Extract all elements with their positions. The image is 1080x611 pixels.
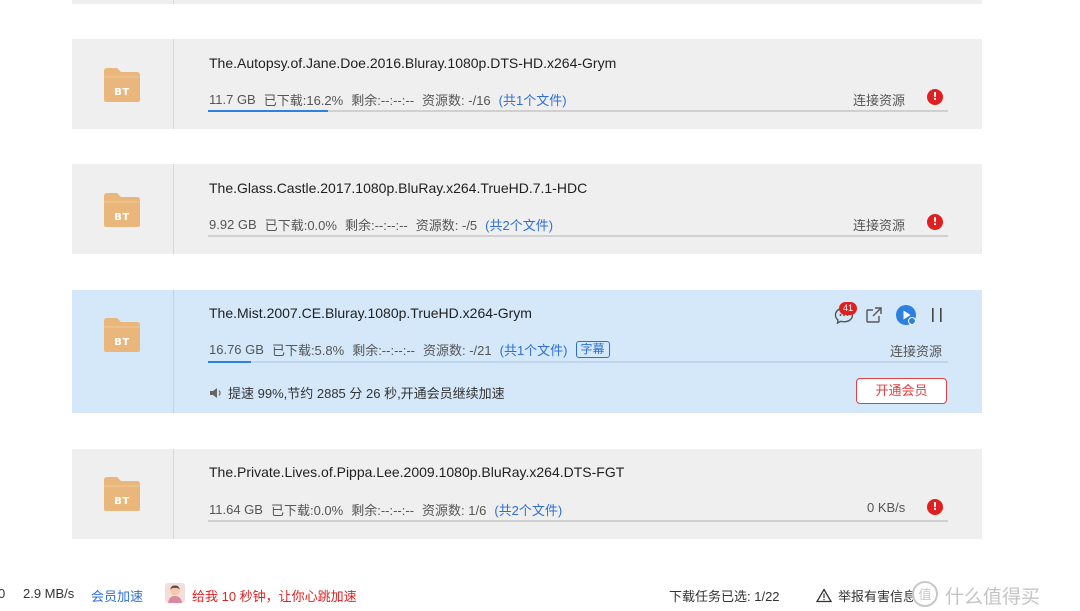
subtitle-tag[interactable]: 字幕 [575,341,610,358]
task-sources: 资源数: -/16 [422,93,491,108]
progress-bar [208,110,948,112]
task-files-link[interactable]: (共2个文件) [485,215,553,234]
task-row[interactable]: BT The.Private.Lives.of.Pippa.Lee.2009.1… [72,449,982,539]
error-icon[interactable]: ! [927,214,943,230]
task-size: 9.92 GB [209,217,257,232]
row-divider [173,39,174,129]
progress-bar [208,361,948,363]
task-files-link[interactable]: (共1个文件) [499,90,567,109]
previous-task-edge [72,0,982,4]
progress-bar [208,520,948,522]
error-icon[interactable]: ! [927,499,943,515]
bt-folder-icon: BT [103,67,141,103]
bt-folder-icon: BT [103,192,141,228]
task-remaining: 剩余:--:--:-- [351,503,415,518]
bt-label: BT [114,87,130,98]
progress-bar [208,235,948,237]
pause-button[interactable] [928,304,946,326]
task-size: 16.76 GB [209,342,264,357]
task-downloaded: 已下载:16.2% [263,93,344,108]
task-meta: 11.64 GB 已下载:0.0% 剩余:--:--:-- 资源数: 1/6 (… [209,500,570,519]
task-row[interactable]: BT The.Glass.Castle.2017.1080p.BluRay.x2… [72,164,982,254]
watermark-logo-icon: 值 [912,581,938,607]
warning-icon [816,588,832,603]
task-remaining: 剩余:--:--:-- [352,343,415,358]
report-link[interactable]: 举报有害信息 [816,586,916,605]
task-size: 11.7 GB [209,92,256,107]
task-status: 连接资源 [890,344,943,359]
selected-count: 下载任务已选: 1/22 [669,589,780,604]
bt-folder-icon: BT [103,317,141,353]
bt-folder-icon: BT [103,476,141,512]
avatar [165,583,185,603]
task-meta: 9.92 GB 已下载:0.0% 剩余:--:--:-- 资源数: -/5 (共… [209,215,561,234]
watermark: 值 什么值得买 [905,578,1080,611]
task-meta: 11.7 GB 已下载:16.2% 剩余:--:--:-- 资源数: -/16 … [209,90,575,109]
task-status: 连接资源 [853,93,906,108]
promo-link[interactable]: 给我 10 秒钟，让你心跳加速 [192,586,357,605]
task-status: 连接资源 [853,218,906,233]
task-name[interactable]: The.Glass.Castle.2017.1080p.BluRay.x264.… [209,180,587,196]
open-vip-button[interactable]: 开通会员 [856,378,947,404]
task-name[interactable]: The.Mist.2007.CE.Bluray.1080p.TrueHD.x26… [209,305,532,321]
row-divider [173,290,174,413]
task-downloaded: 已下载:0.0% [264,218,337,233]
task-meta: 16.76 GB 已下载:5.8% 剩余:--:--:-- 资源数: -/21 … [209,340,618,359]
task-sources: 资源数: -/5 [415,218,478,233]
share-icon [866,307,882,323]
task-speed: 0 KB/s [867,500,906,515]
task-row[interactable]: BT The.Autopsy.of.Jane.Doe.2016.Bluray.1… [72,39,982,129]
progress-fill [208,361,251,363]
pause-icon [932,308,942,322]
play-icon [896,305,916,325]
bt-label: BT [114,212,130,223]
total-speed: 2.9 MB/s [23,586,75,601]
bt-label: BT [114,337,130,348]
open-folder-button[interactable] [863,304,885,326]
error-icon[interactable]: ! [927,89,943,105]
task-remaining: 剩余:--:--:-- [351,93,415,108]
comment-count-badge: 41 [839,302,857,315]
svg-text:值: 值 [918,587,931,603]
speed-hint: 提速 99%,节约 2885 分 26 秒,开通会员继续加速 [209,383,505,402]
task-downloaded: 已下载:5.8% [271,343,345,358]
progress-fill [208,110,328,112]
task-name[interactable]: The.Private.Lives.of.Pippa.Lee.2009.1080… [209,464,624,480]
row-divider [173,449,174,539]
task-sources: 资源数: -/21 [423,343,492,358]
speed-hint-text: 提速 99%,节约 2885 分 26 秒,开通会员继续加速 [228,386,505,401]
task-files-link[interactable]: (共2个文件) [494,500,562,519]
vip-accel-link[interactable]: 会员加速 [91,586,143,605]
task-sources: 资源数: 1/6 [422,503,487,518]
row-divider [173,164,174,254]
task-files-link[interactable]: (共1个文件) [500,340,568,359]
bt-label: BT [114,496,130,507]
task-row-selected[interactable]: BT The.Mist.2007.CE.Bluray.1080p.TrueHD.… [72,290,982,413]
task-downloaded: 已下载:0.0% [270,503,344,518]
task-size: 11.64 GB [209,502,263,517]
task-remaining: 剩余:--:--:-- [344,218,408,233]
task-name[interactable]: The.Autopsy.of.Jane.Doe.2016.Bluray.1080… [209,55,616,71]
watermark-text: 什么值得买 [945,587,1041,608]
speaker-icon [210,387,221,398]
status-bar: 0 2.9 MB/s 会员加速 给我 10 秒钟，让你心跳加速 下载任务已选: … [0,578,1080,611]
play-button[interactable] [894,304,918,326]
status-left-digit: 0 [0,586,6,601]
